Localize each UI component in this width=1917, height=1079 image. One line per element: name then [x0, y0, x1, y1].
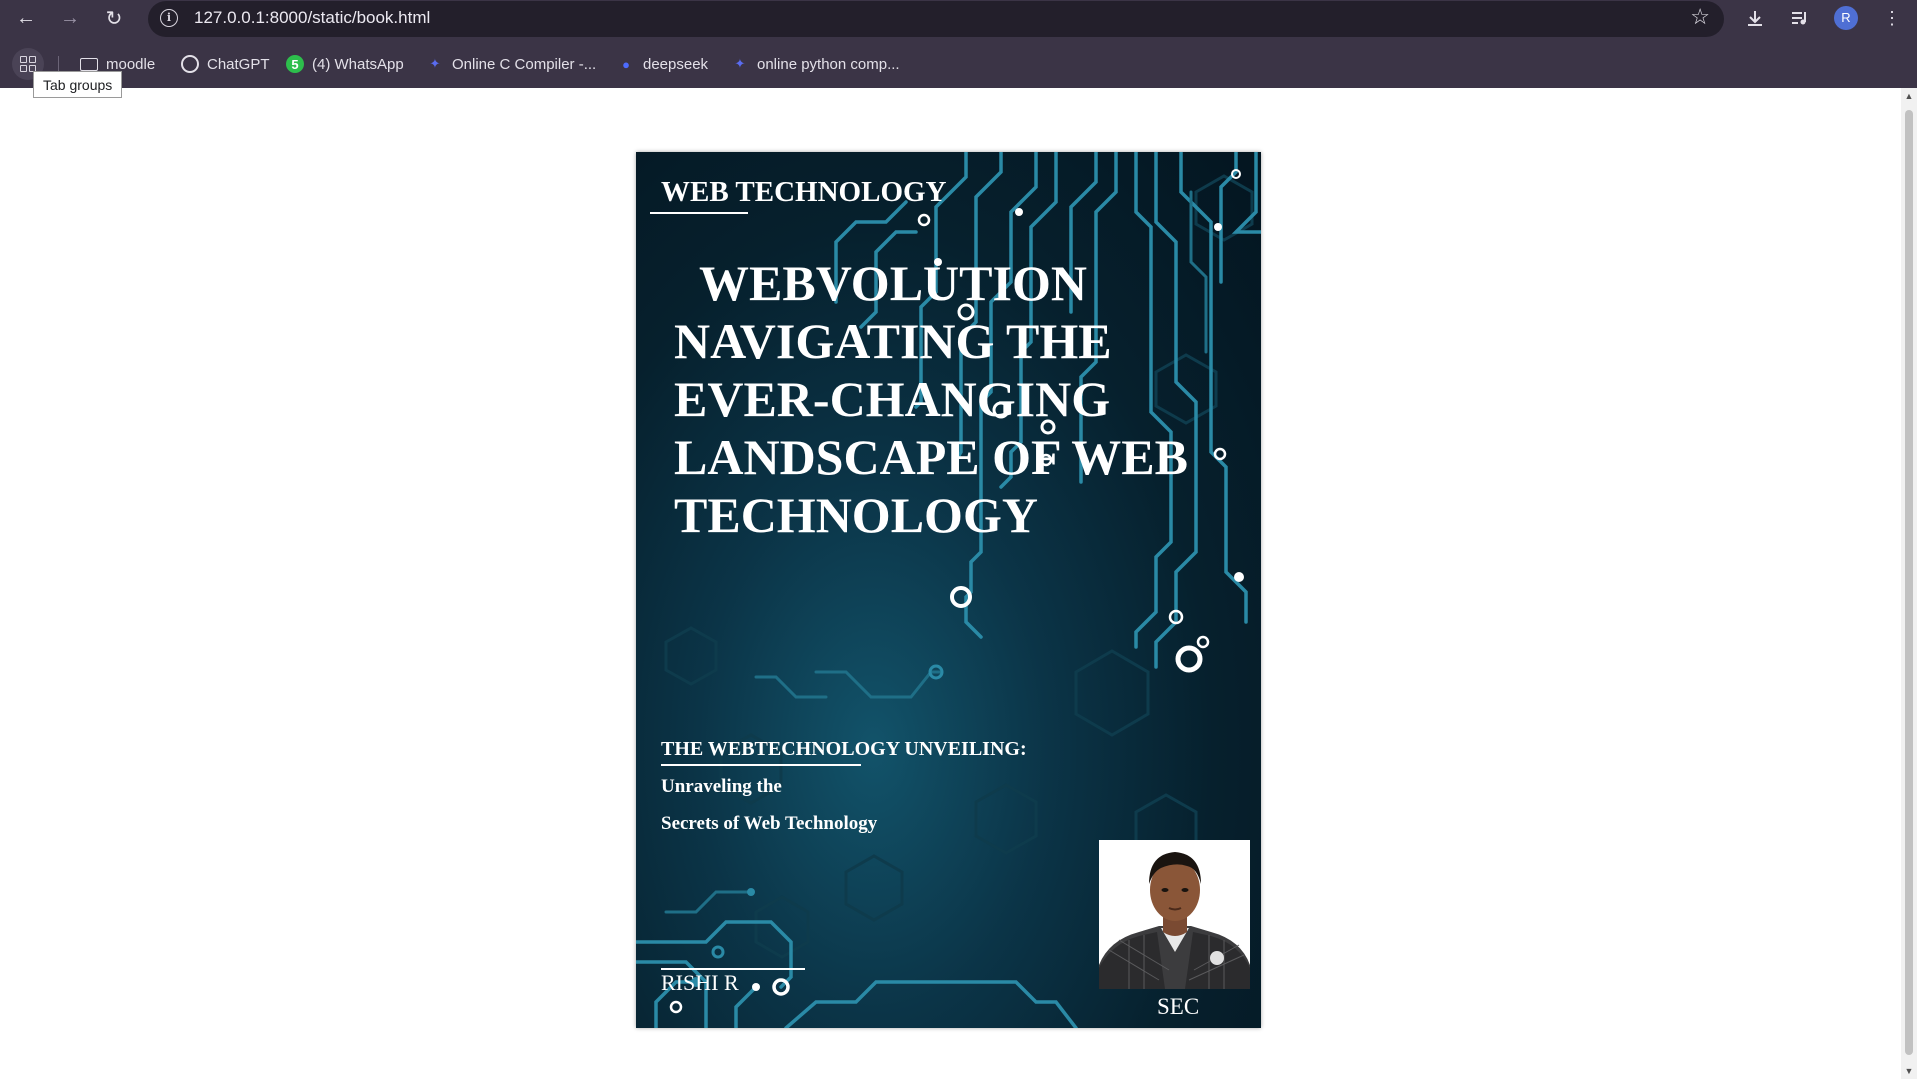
bookmark-chatgpt[interactable]: ChatGPT — [181, 52, 270, 76]
book-title: WEBVOLUTION NAVIGATING THE EVER-CHANGING… — [674, 254, 1214, 544]
compiler-icon: ✦ — [734, 56, 746, 71]
reload-button[interactable]: ↻ — [100, 4, 128, 32]
series-title: WEB TECHNOLOGY — [661, 176, 947, 208]
bookmark-label: online python comp... — [757, 55, 900, 73]
reading-list-button[interactable] — [1786, 4, 1814, 32]
subtitle-line: Unraveling the — [661, 776, 782, 797]
bookmark-label: Online C Compiler -... — [452, 55, 597, 73]
whatsapp-icon: 5 — [286, 55, 304, 73]
url-text[interactable]: 127.0.0.1:8000/static/book.html — [194, 8, 430, 28]
title-line: EVER-CHANGING — [674, 371, 1111, 427]
profile-avatar[interactable]: R — [1834, 6, 1858, 30]
more-vertical-icon: ⋮ — [1883, 7, 1901, 28]
navigation-bar: ← → ↻ i 127.0.0.1:8000/static/book.html … — [0, 0, 1917, 37]
title-line: WEBVOLUTION — [699, 255, 1087, 311]
downloads-button[interactable] — [1741, 4, 1769, 32]
compiler-icon: ✦ — [429, 56, 441, 71]
bookmark-whatsapp[interactable]: 5 (4) WhatsApp — [286, 52, 404, 76]
bookmark-label: ChatGPT — [207, 55, 270, 73]
bookmarks-bar: moodle ChatGPT 5 (4) WhatsApp ✦ Online C… — [0, 44, 1917, 84]
address-bar[interactable]: i 127.0.0.1:8000/static/book.html ☆ — [148, 1, 1724, 37]
person-portrait-icon — [1099, 840, 1250, 989]
scroll-down-arrow-icon[interactable]: ▼ — [1901, 1063, 1917, 1079]
author-photo — [1099, 840, 1250, 989]
bookmark-label: moodle — [106, 55, 156, 73]
media-list-icon — [1792, 12, 1806, 25]
site-info-icon[interactable]: i — [160, 9, 178, 27]
subtitle-underline — [661, 764, 861, 766]
back-button[interactable]: ← — [12, 4, 40, 32]
series-underline — [650, 212, 748, 214]
book-cover: WEB TECHNOLOGY WEBVOLUTION NAVIGATING TH… — [636, 152, 1261, 1028]
tab-groups-tooltip: Tab groups — [33, 71, 123, 98]
menu-button[interactable]: ⋮ — [1878, 4, 1906, 32]
title-line: LANDSCAPE OF WEB — [674, 429, 1188, 485]
title-line: NAVIGATING THE — [674, 313, 1112, 369]
download-icon — [1748, 11, 1762, 26]
deepseek-icon: ● — [622, 56, 630, 72]
chatgpt-icon — [181, 55, 199, 73]
scrollbar-thumb[interactable] — [1905, 110, 1913, 1055]
scroll-up-arrow-icon[interactable]: ▲ — [1901, 88, 1917, 104]
subtitle-line: Secrets of Web Technology — [661, 813, 878, 834]
title-line: TECHNOLOGY — [674, 487, 1038, 543]
bookmark-star-icon[interactable]: ☆ — [1690, 4, 1710, 30]
subtitle: THE WEBTECHNOLOGY UNVEILING: — [661, 738, 1027, 760]
bookmark-label: (4) WhatsApp — [312, 55, 404, 73]
forward-button[interactable]: → — [56, 4, 84, 32]
reload-icon: ↻ — [105, 7, 123, 30]
page-scrollbar[interactable]: ▲ ▼ — [1901, 88, 1917, 1079]
arrow-right-icon: → — [60, 6, 80, 29]
bookmark-online-c-compiler[interactable]: ✦ Online C Compiler -... — [426, 52, 597, 76]
grid-icon — [20, 56, 36, 72]
bookmark-deepseek[interactable]: ● deepseek — [617, 52, 708, 76]
arrow-left-icon: ← — [16, 6, 36, 29]
browser-toolbar: ← → ↻ i 127.0.0.1:8000/static/book.html … — [0, 0, 1917, 88]
bookmark-online-python-compiler[interactable]: ✦ online python comp... — [731, 52, 900, 76]
bookmark-label: deepseek — [643, 55, 709, 73]
institution-label: SEC — [1157, 994, 1200, 1019]
author-name: RISHI R — [661, 970, 739, 995]
